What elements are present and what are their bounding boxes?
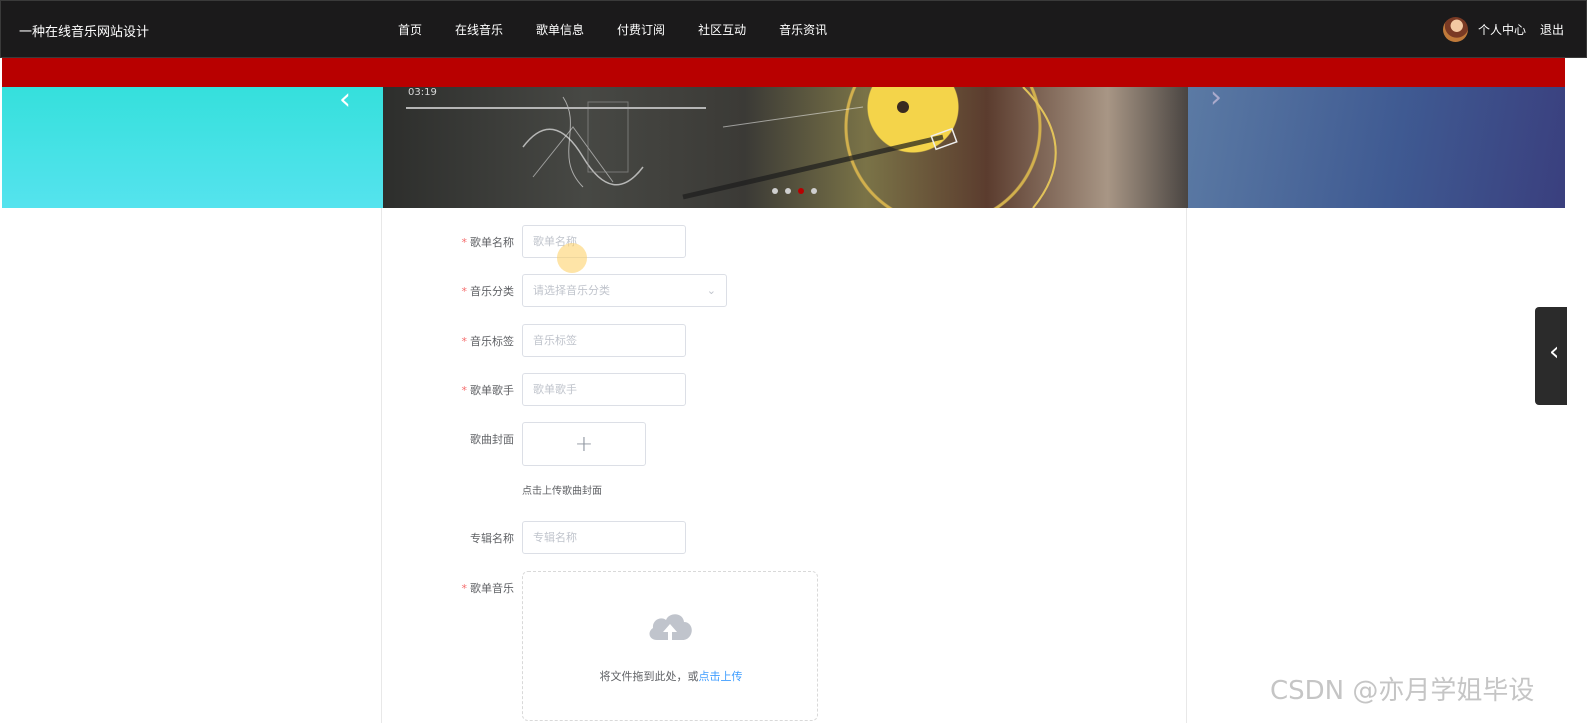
watermark: CSDN @亦月学姐毕设	[1270, 676, 1535, 706]
top-navbar: 一种在线音乐网站设计 首页 在线音乐 歌单信息 付费订阅 社区互动 音乐资讯 个…	[0, 0, 1587, 58]
avatar[interactable]	[1442, 17, 1468, 42]
field-label: * 音乐分类	[382, 283, 515, 299]
dragger-text: 将文件拖到此处，或点击上传	[523, 668, 819, 684]
field-label: * 音乐标签	[382, 333, 515, 349]
carousel-dot-active[interactable]	[798, 188, 804, 194]
click-upload-link[interactable]: 点击上传	[699, 670, 743, 683]
music-tags-input[interactable]: 音乐标签	[522, 324, 686, 357]
side-collapse-tab[interactable]: ‹	[1535, 307, 1567, 405]
carousel-dot[interactable]	[772, 188, 778, 194]
field-label-text: 歌单歌手	[470, 384, 514, 397]
nav-playlist-info[interactable]: 歌单信息	[536, 21, 584, 38]
cover-upload-hint: 点击上传歌曲封面	[522, 486, 602, 497]
field-label: * 歌单音乐	[382, 580, 515, 596]
required-mark: *	[461, 236, 468, 249]
carousel-prev-button[interactable]: ‹	[339, 87, 351, 115]
chevron-left-icon: ‹	[1549, 337, 1560, 367]
main-nav: 首页 在线音乐 歌单信息 付费订阅 社区互动 音乐资讯	[398, 21, 860, 38]
slide-progress-line	[406, 107, 706, 109]
music-category-select[interactable]: 请选择音乐分类 ⌄	[522, 274, 727, 307]
cursor-highlight	[557, 243, 587, 273]
chevron-down-icon: ⌄	[706, 284, 716, 297]
nav-community[interactable]: 社区互动	[698, 21, 746, 38]
user-area: 个人中心 退出	[1442, 17, 1564, 42]
field-label-text: 音乐分类	[470, 285, 514, 298]
carousel-indicators	[772, 188, 817, 194]
plus-icon: +	[574, 431, 594, 457]
field-label: 歌曲封面	[470, 433, 514, 446]
drag-hint-text: 将文件拖到此处，或	[599, 670, 699, 683]
album-name-input[interactable]: 专辑名称	[522, 521, 686, 554]
required-mark: *	[461, 384, 468, 397]
field-label: * 歌单歌手	[382, 382, 515, 398]
carousel-next-button[interactable]: ›	[1210, 87, 1222, 113]
music-upload-dragger[interactable]: 将文件拖到此处，或点击上传	[522, 571, 818, 721]
carousel-slide-prev	[2, 87, 383, 208]
site-title[interactable]: 一种在线音乐网站设计	[19, 21, 149, 40]
field-label-text: 音乐标签	[470, 335, 514, 348]
nav-home[interactable]: 首页	[398, 21, 422, 38]
field-label-text: 歌单名称	[470, 236, 514, 249]
upload-cloud-icon	[649, 614, 692, 640]
playlist-singer-input[interactable]: 歌单歌手	[522, 373, 686, 406]
nav-paid-subscription[interactable]: 付费订阅	[617, 21, 665, 38]
carousel-dot[interactable]	[785, 188, 791, 194]
required-mark: *	[461, 582, 468, 595]
carousel: 03:19 ‹ ›	[2, 87, 1565, 208]
user-center-link[interactable]: 个人中心	[1478, 21, 1526, 38]
required-mark: *	[461, 335, 468, 348]
playlist-name-input[interactable]: 歌单名称	[522, 225, 686, 258]
field-label: 专辑名称	[470, 532, 514, 545]
carousel-slide-next	[1188, 87, 1565, 208]
slide-time-label: 03:19	[408, 87, 437, 98]
required-mark: *	[461, 285, 468, 298]
nav-music-news[interactable]: 音乐资讯	[779, 21, 827, 38]
select-placeholder: 请选择音乐分类	[533, 284, 610, 297]
carousel-dot[interactable]	[811, 188, 817, 194]
playlist-form-panel: * 歌单名称 歌单名称 * 音乐分类 请选择音乐分类 ⌄ * 音乐标签 音乐标签 * 歌单…	[381, 208, 1187, 723]
red-banner-strip	[2, 58, 1565, 87]
nav-online-music[interactable]: 在线音乐	[455, 21, 503, 38]
cover-upload-button[interactable]: +	[522, 422, 646, 466]
field-label: * 歌单名称	[382, 234, 515, 250]
logout-link[interactable]: 退出	[1540, 21, 1564, 38]
field-label-text: 歌单音乐	[470, 582, 514, 595]
